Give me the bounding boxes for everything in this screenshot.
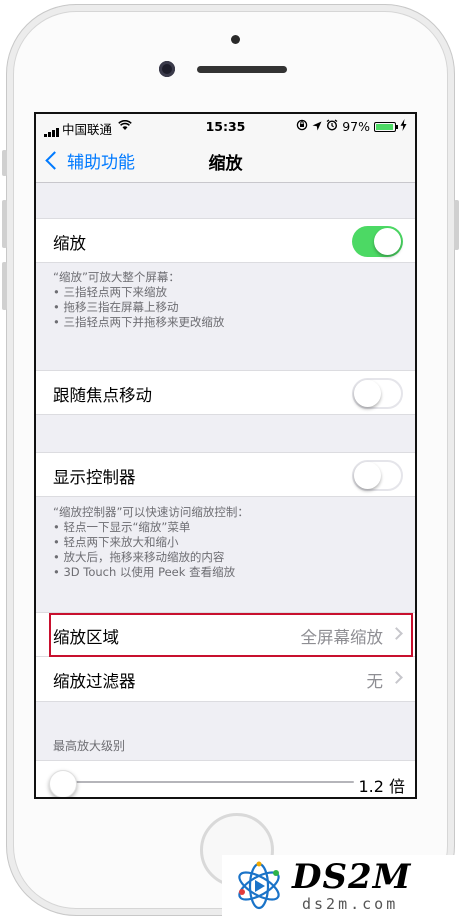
zoom-region-value: 全屏幕缩放 xyxy=(300,628,384,647)
zoom-filter-value: 无 xyxy=(366,672,384,691)
controller-note-line: • 轻点两下来放大和缩小 xyxy=(53,535,179,549)
toggle-knob xyxy=(354,462,381,489)
zoom-notes: “缩放”可放大整个屏幕： • 三指轻点两下来缩放 • 拖移三指在屏幕上移动 • … xyxy=(53,270,403,330)
zoom-filter-row[interactable]: 缩放过滤器 无 xyxy=(36,657,415,702)
zoom-slider-track[interactable] xyxy=(62,781,354,783)
zoom-region-label: 缩放区域 xyxy=(53,628,119,647)
follow-focus-label: 跟随焦点移动 xyxy=(53,386,152,405)
alarm-icon xyxy=(326,119,338,134)
atom-logo-icon xyxy=(234,859,284,913)
navigation-bar: 辅助功能 缩放 xyxy=(36,138,415,183)
zoom-label: 缩放 xyxy=(53,234,86,253)
mute-switch xyxy=(2,150,7,176)
proximity-sensor xyxy=(231,35,240,44)
location-icon xyxy=(312,119,322,134)
volume-down-button xyxy=(2,262,7,310)
controller-note-line: • 放大后，拖移来移动缩放的内容 xyxy=(53,550,225,564)
chevron-right-icon xyxy=(390,671,403,684)
controller-note-line: • 3D Touch 以使用 Peek 查看缩放 xyxy=(53,565,236,579)
controller-note-line: • 轻点一下显示“缩放”菜单 xyxy=(53,520,191,534)
toggle-knob xyxy=(354,380,381,407)
watermark-brand: DS2M xyxy=(292,857,412,897)
max-zoom-row: 1.2 倍 xyxy=(36,760,415,797)
zoom-note-line: • 三指轻点两下来缩放 xyxy=(53,285,167,299)
power-button xyxy=(454,200,459,250)
zoom-toggle[interactable] xyxy=(352,226,403,257)
zoom-note-line: “缩放”可放大整个屏幕： xyxy=(53,270,180,284)
controller-notes: “缩放控制器”可以快速访问缩放控制： • 轻点一下显示“缩放”菜单 • 轻点两下… xyxy=(53,505,403,580)
battery-icon xyxy=(374,121,398,132)
controller-note-line: “缩放控制器”可以快速访问缩放控制： xyxy=(53,505,249,519)
zoom-slider-thumb[interactable] xyxy=(49,770,77,797)
show-controller-label: 显示控制器 xyxy=(53,468,136,487)
zoom-region-row[interactable]: 缩放区域 全屏幕缩放 xyxy=(36,612,415,657)
earpiece-speaker xyxy=(197,66,287,73)
charging-icon xyxy=(400,119,407,134)
chevron-right-icon xyxy=(390,627,403,640)
max-zoom-header: 最高放大级别 xyxy=(53,739,126,753)
show-controller-row: 显示控制器 xyxy=(36,452,415,497)
front-camera xyxy=(159,61,175,77)
zoom-filter-label: 缩放过滤器 xyxy=(53,672,136,691)
show-controller-toggle[interactable] xyxy=(352,460,403,491)
page-title: 缩放 xyxy=(208,154,243,174)
orientation-lock-icon xyxy=(296,119,308,134)
max-zoom-value: 1.2 倍 xyxy=(358,777,405,796)
watermark-url: ds2m.com xyxy=(302,895,399,913)
volume-up-button xyxy=(2,200,7,248)
screen: 中国联通 15:35 97% 辅助功能 缩放 缩放 “缩放”可放大整个屏幕： •… xyxy=(34,112,417,799)
toggle-knob xyxy=(374,228,401,255)
zoom-note-line: • 拖移三指在屏幕上移动 xyxy=(53,300,179,314)
zoom-note-line: • 三指轻点两下并拖移来更改缩放 xyxy=(53,315,225,329)
zoom-row: 缩放 xyxy=(36,218,415,263)
watermark: DS2M ds2m.com xyxy=(222,855,456,917)
status-bar: 中国联通 15:35 97% xyxy=(36,114,415,138)
follow-focus-toggle[interactable] xyxy=(352,378,403,409)
follow-focus-row: 跟随焦点移动 xyxy=(36,370,415,415)
battery-percent: 97% xyxy=(342,119,370,134)
status-right-group: 97% xyxy=(296,119,407,134)
